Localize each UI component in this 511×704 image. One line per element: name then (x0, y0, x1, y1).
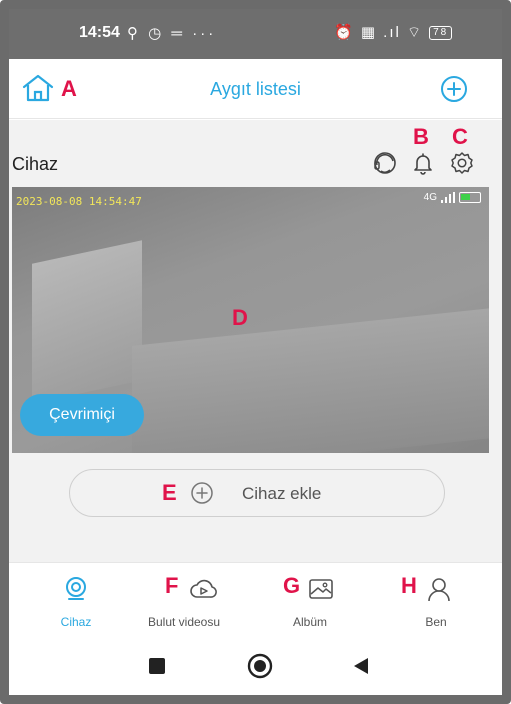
status-notification-icons: ⚲ ◷ ═ ··· (127, 25, 217, 42)
nav-item-bulut-videosu[interactable]: F Bulut videosu (129, 563, 239, 643)
app-header: A Aygıt listesi (9, 59, 502, 119)
online-status-badge: Çevrimiçi (20, 394, 144, 436)
album-icon (309, 579, 333, 599)
bottom-navigation: Cihaz F Bulut videosu G Albüm H Ben (9, 562, 502, 642)
camera-device-icon (66, 577, 86, 600)
nav-label-bulut-videosu: Bulut videosu (147, 615, 221, 629)
alarm-button[interactable] (409, 149, 437, 177)
gear-icon (451, 152, 473, 174)
preview-status-icons: 4G (424, 192, 481, 203)
battery-icon: 78 (429, 25, 453, 40)
plus-circle-icon (441, 76, 467, 102)
network-label: 4G (423, 192, 437, 203)
nav-item-album[interactable]: G Albüm (255, 563, 365, 643)
status-system-icons: ⏰ ▦ .ıl ⌔ 78 (334, 23, 453, 42)
annotation-g: G (283, 573, 301, 598)
phone-frame: 14:54 ⚲ ◷ ═ ··· ⏰ ▦ .ıl ⌔ 78 A Aygıt lis… (0, 0, 511, 704)
nav-item-ben[interactable]: H Ben (381, 563, 491, 643)
annotation-c: C (452, 124, 468, 149)
annotation-e: E (162, 480, 177, 505)
page-title: Aygıt listesi (210, 79, 301, 99)
bell-icon (414, 153, 432, 175)
device-name: Cihaz (12, 154, 59, 174)
system-navigation-bar (9, 642, 502, 695)
status-bar: 14:54 ⚲ ◷ ═ ··· ⏰ ▦ .ıl ⌔ 78 (9, 9, 502, 59)
annotation-h: H (401, 573, 417, 598)
annotation-b: B (413, 124, 429, 149)
cloud-video-icon (190, 579, 217, 598)
device-card-header: Cihaz B C (9, 120, 502, 187)
status-system-icons-glyphs: ⏰ ▦ .ıl ⌔ (334, 24, 424, 41)
nav-label-ben: Ben (425, 615, 447, 629)
profile-icon (428, 578, 450, 602)
preview-image-region (32, 240, 142, 404)
annotation-d: D (232, 305, 248, 330)
add-device-button[interactable]: E Cihaz ekle (69, 469, 445, 517)
customer-service-button[interactable] (371, 149, 399, 177)
recent-apps-button[interactable] (147, 656, 167, 676)
add-device-label: Cihaz ekle (242, 484, 322, 503)
nav-label-cihaz: Cihaz (60, 615, 92, 629)
preview-timestamp: 2023-08-08 14:54:47 (16, 195, 142, 208)
camera-preview[interactable]: 2023-08-08 14:54:47 4G D Çevrimiçi (12, 187, 489, 453)
add-device-top-button[interactable] (439, 74, 469, 104)
home-system-button[interactable] (247, 653, 273, 679)
device-settings-button[interactable] (448, 149, 476, 177)
status-time: 14:54 (79, 24, 120, 41)
signal-icon (441, 192, 455, 203)
battery-charging-icon (459, 192, 481, 203)
preview-image-region (132, 308, 489, 453)
nav-item-cihaz[interactable]: Cihaz (21, 563, 131, 643)
annotation-f: F (165, 573, 179, 598)
headset-icon (374, 152, 396, 174)
plus-circle-icon (191, 482, 213, 504)
device-list: Cihaz B C 2023-08-08 14:54:47 4G D Çevri… (9, 120, 502, 572)
nav-label-album: Albüm (292, 615, 327, 629)
back-button[interactable] (351, 656, 371, 676)
